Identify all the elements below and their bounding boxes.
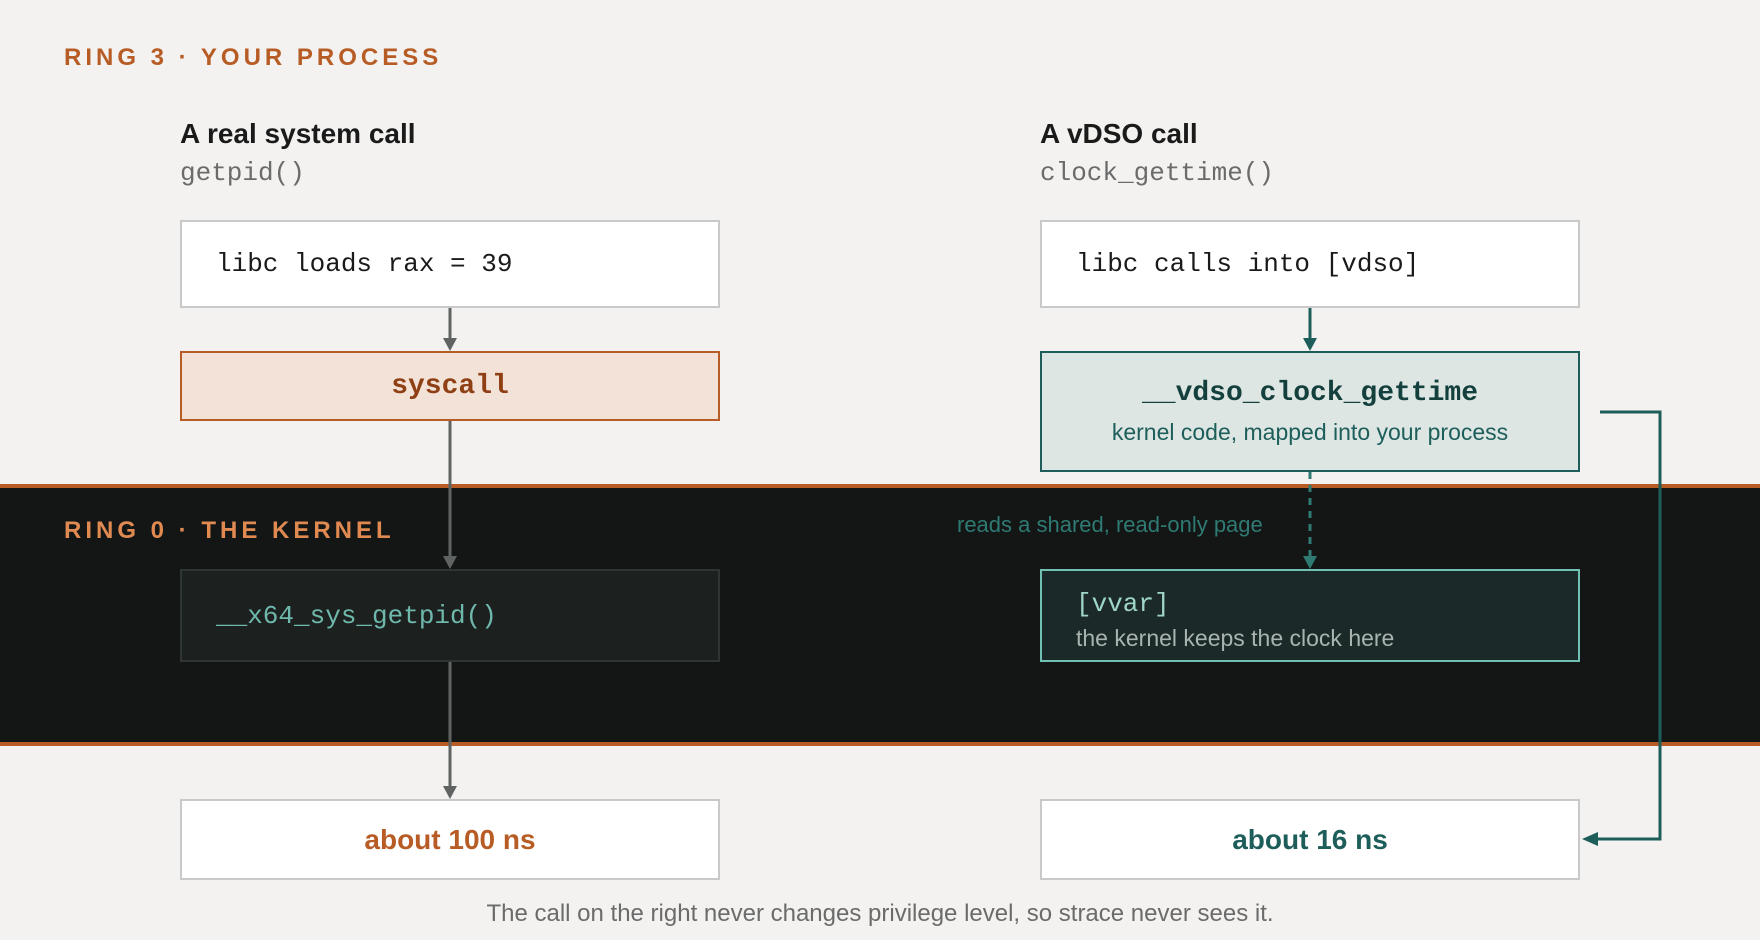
arrowhead-right-result <box>1582 832 1598 846</box>
bypass-arrow-vdso-to-result <box>1596 410 1662 841</box>
arrowhead-right-vdso <box>1303 338 1317 351</box>
arrowhead-left-syscall <box>443 338 457 351</box>
flow-arrows <box>443 308 1662 846</box>
arrowhead-left-result <box>443 786 457 799</box>
arrowhead-right-vvar <box>1303 556 1317 569</box>
arrowhead-left-kernel <box>443 556 457 569</box>
